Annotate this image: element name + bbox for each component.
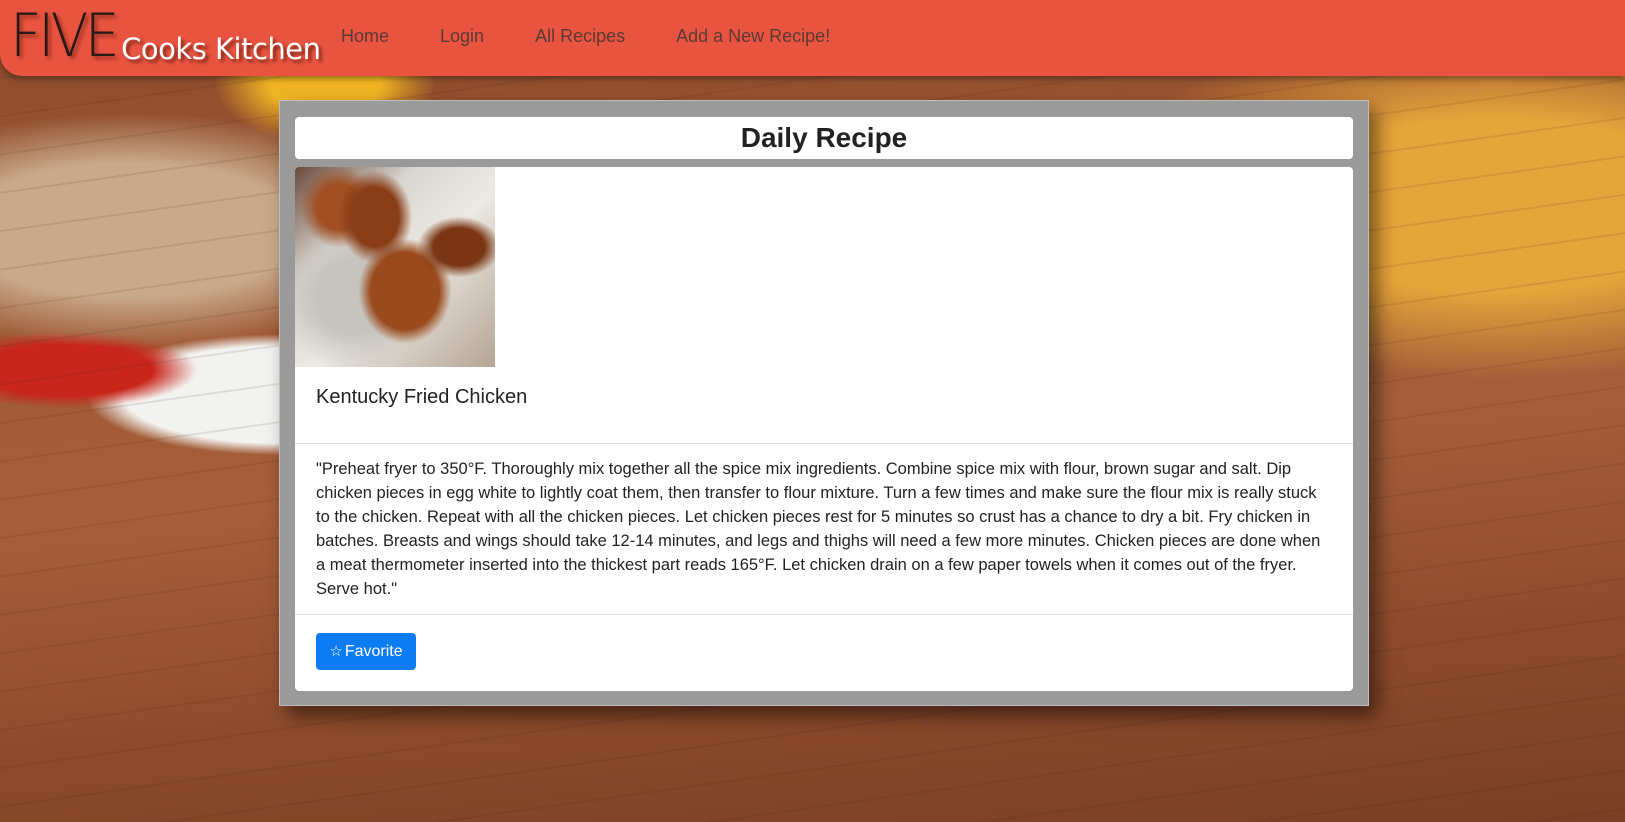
recipe-image: [295, 167, 495, 367]
nav-links: Home Login All Recipes Add a New Recipe!: [341, 26, 881, 47]
daily-recipe-header: Daily Recipe: [295, 117, 1353, 159]
page-title: Daily Recipe: [740, 122, 908, 153]
navbar: FIVE Cooks Kitchen Home Login All Recipe…: [0, 0, 1625, 76]
favorite-label: Favorite: [344, 642, 403, 660]
nav-add-recipe[interactable]: Add a New Recipe!: [676, 26, 830, 47]
star-outline-icon: ☆: [329, 642, 343, 660]
divider: [295, 443, 1353, 444]
divider: [295, 614, 1353, 615]
nav-all-recipes[interactable]: All Recipes: [535, 26, 625, 47]
brand-five: FIVE: [10, 1, 120, 71]
daily-recipe-panel: Daily Recipe Kentucky Fried Chicken "Pre…: [279, 100, 1369, 706]
favorite-button[interactable]: ☆ Favorite: [316, 633, 416, 670]
brand-cooks-kitchen: Cooks Kitchen: [121, 32, 321, 66]
nav-login[interactable]: Login: [440, 26, 484, 47]
recipe-title: Kentucky Fried Chicken: [316, 386, 528, 408]
recipe-card: Kentucky Fried Chicken "Preheat fryer to…: [295, 167, 1353, 691]
recipe-instructions: "Preheat fryer to 350°F. Thoroughly mix …: [316, 460, 1321, 598]
nav-home[interactable]: Home: [341, 26, 389, 47]
brand-logo[interactable]: FIVE Cooks Kitchen: [10, 6, 321, 66]
